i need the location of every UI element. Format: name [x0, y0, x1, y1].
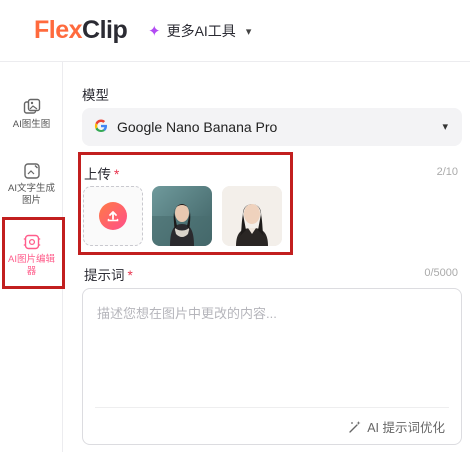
prompt-textarea[interactable]: 描述您想在图片中更改的内容... AI 提示词优化 — [82, 288, 462, 445]
more-ai-tools-label: 更多AI工具 — [166, 23, 236, 39]
app-header: FlexClip ✦ 更多AI工具 ▾ — [0, 0, 470, 62]
prompt-counter: 0/5000 — [424, 267, 458, 279]
magic-wand-icon — [349, 420, 361, 433]
model-label: 模型 — [82, 88, 109, 103]
sparkle-icon: ✦ — [148, 23, 161, 40]
logo-part2: Clip — [82, 16, 128, 44]
model-select[interactable]: Google Nano Banana Pro ▾ — [82, 108, 462, 146]
upload-highlight-box — [78, 152, 293, 255]
sidebar-item-label: AI图生图 — [12, 119, 51, 130]
prompt-placeholder: 描述您想在图片中更改的内容... — [97, 306, 277, 321]
chevron-down-icon: ▾ — [245, 25, 252, 38]
google-icon — [94, 119, 108, 137]
upload-counter: 2/10 — [436, 166, 458, 178]
prompt-label-text: 提示词 — [84, 268, 125, 283]
model-selected-value: Google Nano Banana Pro — [117, 119, 278, 135]
prompt-label: 提示词 * — [84, 264, 133, 284]
required-mark: * — [127, 268, 133, 283]
chevron-down-icon: ▾ — [442, 121, 448, 133]
more-ai-tools-menu[interactable]: ✦ 更多AI工具 ▾ — [148, 21, 251, 41]
ai-prompt-optimize-button[interactable]: AI 提示词优化 — [348, 417, 445, 436]
divider — [95, 407, 449, 408]
flexclip-logo[interactable]: FlexClip — [34, 16, 128, 45]
sidebar-highlight-box — [2, 217, 65, 289]
sidebar-item-label: AI文字生成图片 — [8, 183, 55, 206]
sidebar-item-image-to-image[interactable]: AI图生图 — [0, 98, 63, 131]
logo-part1: Flex — [34, 16, 83, 44]
sidebar-item-text-to-image[interactable]: AI文字生成图片 — [0, 162, 63, 207]
image-to-image-icon — [23, 98, 40, 114]
optimize-label: AI 提示词优化 — [367, 421, 445, 435]
text-to-image-icon — [23, 163, 40, 179]
